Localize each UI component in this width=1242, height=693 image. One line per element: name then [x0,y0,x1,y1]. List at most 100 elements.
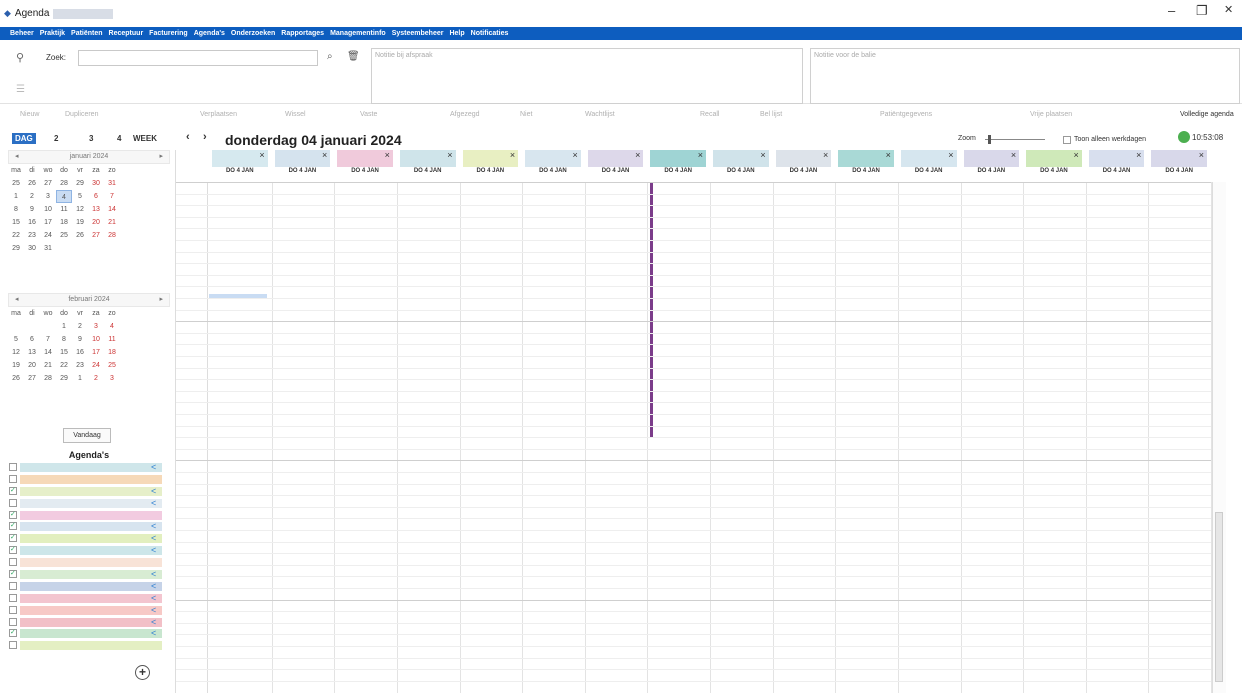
calendar-day[interactable]: 30 [24,242,40,255]
agenda-checkbox[interactable]: ✓ [9,546,17,555]
share-icon[interactable]: < [151,462,156,472]
calendar-day[interactable] [40,320,56,333]
agenda-checkbox[interactable]: ✓ [9,486,17,495]
calendar-day[interactable]: 6 [88,190,104,203]
calendar-day[interactable]: 22 [56,359,72,372]
search-input[interactable] [78,50,318,66]
agenda-checkbox[interactable] [9,474,17,483]
agenda-checkbox[interactable] [9,617,17,626]
calendar-day[interactable]: 1 [56,320,72,333]
agenda-checkbox[interactable]: ✓ [9,522,17,531]
agenda-item[interactable]: < [8,617,174,628]
agenda-item[interactable]: ✓ [8,510,174,521]
calendar-day[interactable]: 29 [8,242,24,255]
toolbar-recall-button[interactable]: Recall [700,111,719,118]
prev-month-button[interactable]: ◂ [15,151,19,163]
menu-item-notificaties[interactable]: Notificaties [471,30,509,37]
agenda-item[interactable]: ✓ < [8,628,174,639]
scrollbar-thumb[interactable] [1215,512,1223,682]
calendar-day[interactable] [72,242,88,255]
share-icon[interactable]: < [151,498,156,508]
calendar-day[interactable]: 23 [72,359,88,372]
share-icon[interactable]: < [151,628,156,638]
close-column-icon[interactable]: × [385,150,390,160]
close-column-icon[interactable]: × [886,150,891,160]
calendar-day[interactable]: 26 [8,372,24,385]
prev-day-button[interactable]: ‹ [186,131,190,143]
agenda-checkbox[interactable]: ✓ [9,510,17,519]
filter-icon[interactable]: ⚲ [16,51,24,64]
calendar-day[interactable]: 14 [104,203,120,216]
menu-item-onderzoeken[interactable]: Onderzoeken [231,30,275,37]
calendar-day[interactable] [24,320,40,333]
calendar-day[interactable]: 21 [40,359,56,372]
share-icon[interactable]: < [151,486,156,496]
add-agenda-icon[interactable]: + [135,665,150,680]
share-icon[interactable]: < [151,569,156,579]
share-icon[interactable]: < [151,545,156,555]
menu-item-rapportages[interactable]: Rapportages [281,30,324,37]
toolbar-volledige-agenda-button[interactable]: Volledige agenda [1180,111,1234,118]
calendar-day[interactable] [104,242,120,255]
list-icon[interactable]: ☰ [16,84,25,95]
calendar-day[interactable]: 18 [56,216,72,229]
calendar-day[interactable]: 4 [104,320,120,333]
next-month-button[interactable]: ▸ [159,151,163,163]
calendar-day[interactable]: 14 [40,346,56,359]
prev-month-button[interactable]: ◂ [15,294,19,306]
calendar-day[interactable]: 27 [88,229,104,242]
agenda-checkbox[interactable] [9,641,17,650]
agenda-checkbox[interactable]: ✓ [9,534,17,543]
close-column-icon[interactable]: × [635,150,640,160]
calendar-day[interactable]: 8 [8,203,24,216]
agenda-item[interactable]: ✓ < [8,486,174,497]
close-column-icon[interactable]: × [1136,150,1141,160]
toolbar-dupliceren-button[interactable]: Dupliceren [65,111,98,118]
calendar-day[interactable]: 28 [40,372,56,385]
agenda-checkbox[interactable]: ✓ [9,629,17,638]
minimize-button[interactable]: – [1168,3,1175,18]
toolbar-bel-lijst-button[interactable]: Bel lijst [760,111,782,118]
toolbar-vrije-plaatsen-button[interactable]: Vrije plaatsen [1030,111,1072,118]
calendar-day[interactable]: 26 [24,177,40,190]
appointment-note-field[interactable]: Notitie bij afspraak [371,48,803,104]
agenda-item[interactable]: < [8,605,174,616]
share-icon[interactable]: < [151,593,156,603]
agenda-checkbox[interactable] [9,605,17,614]
menu-item-facturering[interactable]: Facturering [149,30,188,37]
agenda-item[interactable]: < [8,498,174,509]
close-column-icon[interactable]: × [823,150,828,160]
calendar-day[interactable]: 2 [72,320,88,333]
calendar-day[interactable]: 5 [72,190,88,203]
agenda-item[interactable] [8,557,174,568]
calendar-day[interactable]: 17 [40,216,56,229]
calendar-day[interactable]: 28 [104,229,120,242]
share-icon[interactable]: < [151,533,156,543]
calendar-day[interactable]: 16 [72,346,88,359]
toolbar-pati-ntgegevens-button[interactable]: Patiëntgegevens [880,111,932,118]
calendar-day[interactable]: 24 [40,229,56,242]
workdays-checkbox[interactable] [1063,136,1071,144]
menu-item-managementinfo[interactable]: Managementinfo [330,30,386,37]
calendar-day[interactable]: 1 [8,190,24,203]
calendar-day[interactable]: 11 [56,203,72,216]
calendar-day[interactable]: 13 [24,346,40,359]
menu-item-receptuur[interactable]: Receptuur [109,30,144,37]
calendar-day[interactable]: 10 [40,203,56,216]
vertical-scrollbar[interactable] [1212,182,1226,693]
calendar-day[interactable]: 7 [104,190,120,203]
agenda-item[interactable]: ✓ < [8,521,174,532]
calendar-day[interactable]: 12 [8,346,24,359]
toolbar-wachtlijst-button[interactable]: Wachtlijst [585,111,615,118]
calendar-day[interactable]: 13 [88,203,104,216]
calendar-day[interactable]: 3 [88,320,104,333]
calendar-day[interactable]: 7 [40,333,56,346]
toolbar-verplaatsen-button[interactable]: Verplaatsen [200,111,237,118]
menu-item-pati-nten[interactable]: Patiënten [71,30,103,37]
calendar-day[interactable]: 10 [88,333,104,346]
agenda-checkbox[interactable] [9,593,17,602]
calendar-day[interactable]: 18 [104,346,120,359]
desk-note-field[interactable]: Notitie voor de balie [810,48,1240,104]
view-day-button[interactable]: DAG [12,133,36,144]
next-month-button[interactable]: ▸ [159,294,163,306]
